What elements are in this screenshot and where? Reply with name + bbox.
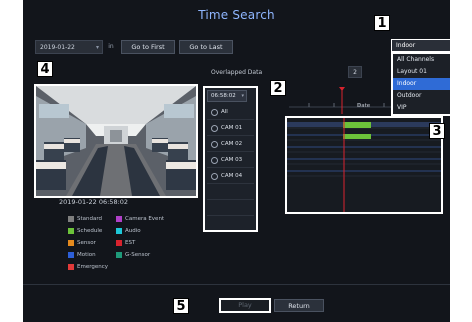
time-search-screen: Time Search 2019-01-22 ▾ in Go to First … bbox=[23, 0, 450, 322]
go-to-first-button[interactable]: Go to First bbox=[121, 40, 175, 54]
callout-2: 2 bbox=[270, 80, 286, 96]
radio-icon bbox=[211, 109, 218, 116]
view-mode-value: Indoor bbox=[396, 42, 416, 49]
view-mode-select[interactable]: Indoor ▾ bbox=[391, 39, 450, 52]
legend-motion: Motion bbox=[68, 251, 96, 259]
video-preview bbox=[34, 84, 198, 198]
channel-item-cam-02[interactable]: CAM 02 bbox=[207, 136, 254, 152]
cursor-marker-icon bbox=[339, 87, 345, 91]
channel-item-empty bbox=[207, 200, 254, 216]
legend-emergency: Emergency bbox=[68, 263, 108, 271]
chevron-down-icon: ▾ bbox=[241, 93, 244, 99]
schedule-record-bar bbox=[343, 122, 371, 128]
date-field[interactable]: 2019-01-22 ▾ bbox=[35, 40, 103, 54]
channel-item-cam-03[interactable]: CAM 03 bbox=[207, 152, 254, 168]
overlapped-data-label: Overlapped Data bbox=[211, 69, 263, 76]
legend-est: EST bbox=[116, 239, 135, 247]
legend-camera-event: Camera Event bbox=[116, 215, 164, 223]
radio-icon bbox=[211, 173, 218, 180]
channel-item-cam-01[interactable]: CAM 01 bbox=[207, 120, 254, 136]
callout-4: 4 bbox=[37, 61, 53, 77]
callout-1: 1 bbox=[374, 15, 390, 31]
chevron-down-icon: ▾ bbox=[95, 44, 99, 51]
view-mode-option-indoor[interactable]: Indoor bbox=[393, 78, 450, 90]
train-interior-image bbox=[36, 86, 196, 196]
legend-standard: Standard bbox=[68, 215, 102, 223]
time-field[interactable]: 06:58:02 ▾ bbox=[207, 90, 247, 102]
timeline-panel[interactable] bbox=[285, 116, 443, 214]
timeline-date-label: Date bbox=[357, 103, 371, 109]
radio-icon bbox=[211, 141, 218, 148]
legend-g-sensor: G-Sensor bbox=[116, 251, 150, 259]
view-mode-option-layout-01[interactable]: Layout 01 bbox=[393, 66, 450, 78]
callout-5: 5 bbox=[173, 298, 189, 314]
legend-schedule: Schedule bbox=[68, 227, 102, 235]
go-to-last-button[interactable]: Go to Last bbox=[179, 40, 233, 54]
overlapped-data-select[interactable]: 2 bbox=[348, 66, 362, 78]
time-value: 06:58:02 bbox=[211, 93, 236, 99]
schedule-record-bar bbox=[343, 134, 371, 139]
footer-divider bbox=[23, 284, 450, 285]
legend-audio: Audio bbox=[116, 227, 141, 235]
channel-item-empty bbox=[207, 184, 254, 200]
legend-sensor: Sensor bbox=[68, 239, 96, 247]
timeline-chart bbox=[287, 118, 441, 212]
view-mode-option-vip[interactable]: VIP bbox=[393, 102, 450, 114]
date-value: 2019-01-22 bbox=[40, 44, 75, 51]
channel-item-cam-04[interactable]: CAM 04 bbox=[207, 168, 254, 184]
view-mode-dropdown: All Channels Layout 01 Indoor Outdoor VI… bbox=[391, 52, 450, 116]
preview-timestamp: 2019-01-22 06:58:02 bbox=[59, 198, 129, 206]
callout-3: 3 bbox=[429, 123, 445, 139]
return-button[interactable]: Return bbox=[274, 299, 324, 312]
channel-list-panel: 06:58:02 ▾ All CAM 01 CAM 02 CAM 03 CAM … bbox=[203, 86, 258, 232]
in-label: in bbox=[108, 43, 114, 50]
play-button[interactable]: Play bbox=[219, 298, 271, 313]
view-mode-option-all-channels[interactable]: All Channels bbox=[393, 54, 450, 66]
radio-icon bbox=[211, 125, 218, 132]
channel-item-all[interactable]: All bbox=[207, 104, 254, 120]
radio-icon bbox=[211, 157, 218, 164]
view-mode-option-outdoor[interactable]: Outdoor bbox=[393, 90, 450, 102]
